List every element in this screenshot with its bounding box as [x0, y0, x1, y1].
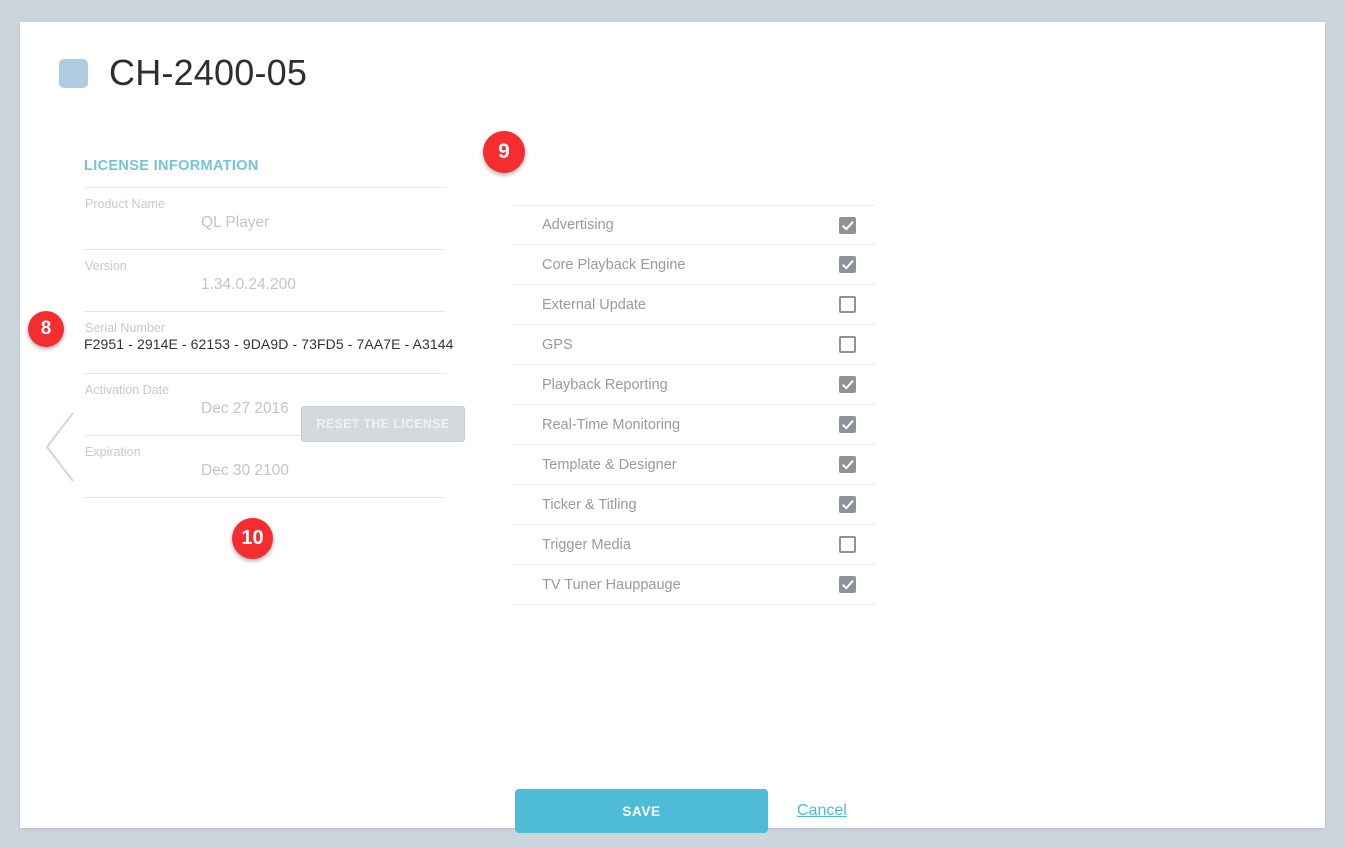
save-button[interactable]: SAVE — [515, 789, 768, 833]
feature-label: Trigger Media — [542, 536, 631, 553]
page-header: CH-2400-05 — [59, 52, 307, 94]
feature-list: Advertising Core Playback Engine Externa… — [513, 205, 875, 605]
feature-row: Real-Time Monitoring — [513, 405, 875, 445]
feature-checkbox[interactable] — [839, 536, 856, 553]
feature-label: Core Playback Engine — [542, 256, 686, 273]
feature-label: External Update — [542, 296, 646, 313]
annotation-badge-8: 8 — [28, 311, 64, 347]
feature-row: GPS — [513, 325, 875, 365]
field-label: Serial Number — [85, 321, 165, 335]
feature-row: Template & Designer — [513, 445, 875, 485]
annotation-badge-10: 10 — [232, 518, 273, 559]
feature-label: Ticker & Titling — [542, 496, 637, 513]
chevron-left-icon[interactable] — [35, 407, 81, 487]
feature-label: TV Tuner Hauppauge — [542, 576, 681, 593]
feature-checkbox[interactable] — [839, 296, 856, 313]
field-version: Version 1.34.0.24.200 — [84, 249, 446, 311]
cancel-link[interactable]: Cancel — [797, 802, 847, 820]
feature-checkbox[interactable] — [839, 576, 856, 593]
license-detail-card: CH-2400-05 LICENSE INFORMATION Product N… — [20, 22, 1325, 833]
field-value: 1.34.0.24.200 — [201, 276, 296, 293]
feature-label: Template & Designer — [542, 456, 677, 473]
feature-row: Ticker & Titling — [513, 485, 875, 525]
feature-label: Advertising — [542, 217, 614, 233]
rounded-square-icon — [59, 58, 88, 88]
feature-row: Advertising — [513, 205, 875, 245]
field-label: Expiration — [85, 445, 141, 459]
feature-row: Trigger Media — [513, 525, 875, 565]
feature-row: Core Playback Engine — [513, 245, 875, 285]
annotation-badge-9: 9 — [483, 131, 525, 173]
feature-checkbox[interactable] — [839, 496, 856, 513]
feature-label: Playback Reporting — [542, 376, 668, 393]
field-value: Dec 30 2100 — [201, 462, 289, 479]
field-value: QL Player — [201, 214, 270, 231]
feature-row: Playback Reporting — [513, 365, 875, 405]
form-actions: SAVE Cancel — [515, 789, 847, 833]
section-heading-license-information: LICENSE INFORMATION — [84, 158, 259, 174]
feature-checkbox[interactable] — [839, 416, 856, 433]
field-label: Product Name — [85, 197, 165, 211]
feature-checkbox[interactable] — [839, 256, 856, 273]
feature-row: External Update — [513, 285, 875, 325]
feature-checkbox[interactable] — [839, 336, 856, 353]
feature-label: Real-Time Monitoring — [542, 416, 681, 433]
reset-license-row: RESET THE LICENSE — [84, 406, 465, 442]
feature-checkbox[interactable] — [839, 216, 856, 234]
field-product-name: Product Name QL Player — [84, 187, 446, 249]
feature-checkbox[interactable] — [839, 456, 856, 473]
field-value: F2951 - 2914E - 62153 - 9DA9D - 73FD5 - … — [84, 336, 454, 352]
field-label: Version — [85, 259, 127, 273]
feature-row: TV Tuner Hauppauge — [513, 565, 875, 605]
field-label: Activation Date — [85, 383, 170, 397]
feature-checkbox[interactable] — [839, 376, 856, 393]
license-information-panel: LICENSE INFORMATION Product Name QL Play… — [84, 158, 453, 498]
field-serial-number: Serial Number F2951 - 2914E - 62153 - 9D… — [84, 311, 453, 373]
feature-label: GPS — [542, 336, 573, 353]
page-title: CH-2400-05 — [109, 52, 308, 93]
reset-license-button[interactable]: RESET THE LICENSE — [301, 406, 465, 442]
field-expiration: Expiration Dec 30 2100 — [84, 435, 446, 498]
